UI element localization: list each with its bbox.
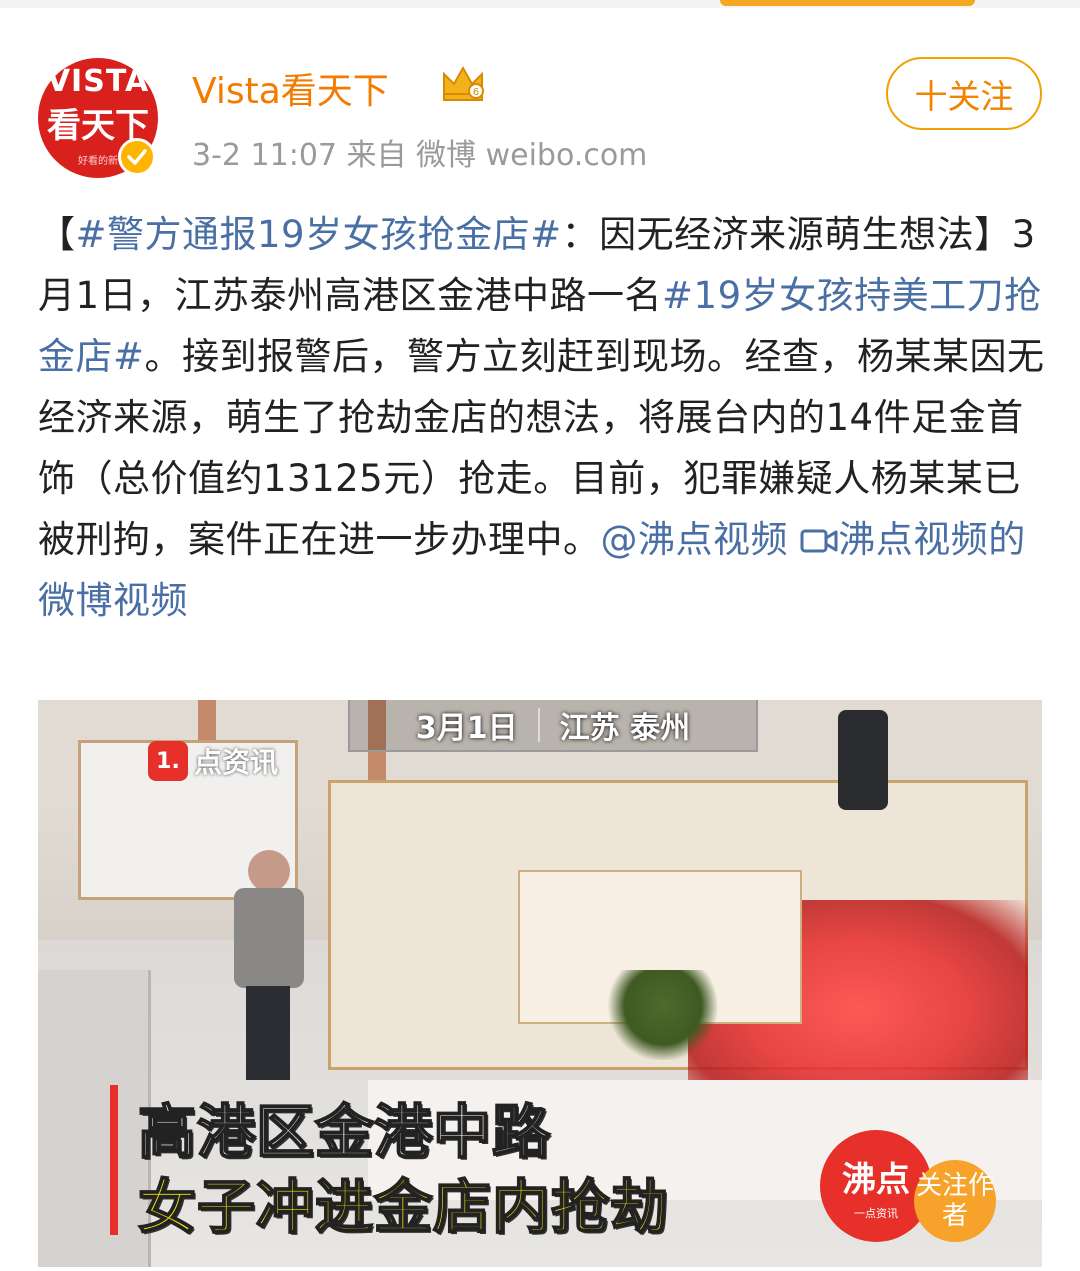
caption-bar xyxy=(110,1085,118,1235)
follow-button[interactable]: 十关注 xyxy=(886,57,1042,130)
date-separator xyxy=(537,708,540,742)
video-scene-counter xyxy=(328,780,1028,1120)
video-scene-case xyxy=(38,970,151,1267)
svg-text:6: 6 xyxy=(473,87,479,98)
channel-logo-main: 沸点 xyxy=(842,1159,910,1200)
video-location: 江苏 泰州 xyxy=(559,711,691,746)
video-source-watermark: 1. 点资讯 xyxy=(148,740,278,782)
person-legs xyxy=(246,986,290,1080)
post-meta: 3-2 11:07 来自 微博 weibo.com xyxy=(192,138,648,173)
video-icon xyxy=(800,529,838,553)
caption-line-2: 女子冲进金店内抢劫 xyxy=(137,1172,670,1242)
video-scene-staff xyxy=(838,710,888,810)
source-badge: 1. xyxy=(148,741,188,781)
hashtag-link[interactable]: #警方通报19岁女孩抢金店# xyxy=(76,213,562,256)
caption-line-1: 高港区金港中路 xyxy=(137,1097,552,1167)
crown-icon: 6 xyxy=(443,65,484,101)
verified-badge-icon xyxy=(118,138,156,176)
source-text: 点资讯 xyxy=(194,746,279,779)
top-strip xyxy=(0,0,1080,8)
top-accent xyxy=(720,0,975,6)
follow-author-button[interactable]: 关注作者 xyxy=(914,1160,996,1242)
post-text: 【#警方通报19岁女孩抢金店#：因无经济来源萌生想法】3月1日，江苏泰州高港区金… xyxy=(38,204,1048,631)
avatar-text-top: VISTA xyxy=(46,64,150,99)
bracket-open: 【 xyxy=(38,213,76,256)
video-scene-plant xyxy=(608,970,718,1060)
channel-logo-sub: 一点资讯 xyxy=(854,1206,898,1220)
mention-link[interactable]: @沸点视频 xyxy=(601,518,789,561)
video-date-tag: 3月1日 江苏 泰州 xyxy=(348,700,758,752)
video-player[interactable]: 3月1日 江苏 泰州 1. 点资讯 高港区金港中路 女子冲进金店内抢劫 沸点 一… xyxy=(38,700,1042,1267)
person-torso xyxy=(234,888,304,988)
video-scene-person xyxy=(228,850,318,1080)
username[interactable]: Vista看天下 xyxy=(192,62,389,114)
person-head xyxy=(248,850,290,892)
video-date: 3月1日 xyxy=(415,711,518,746)
